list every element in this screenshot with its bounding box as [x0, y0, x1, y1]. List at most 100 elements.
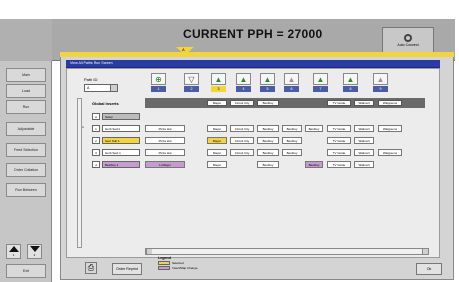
auto-connect-button[interactable]: Auto Connect — [382, 27, 434, 53]
path-button-7[interactable]: ▲ 7 — [312, 73, 329, 93]
path-number: 4 — [236, 86, 251, 92]
path-button-4[interactable]: ▲ 4 — [235, 73, 252, 93]
path-number: 6 — [284, 86, 299, 92]
global-inserts-label: Global Inserts — [92, 100, 119, 106]
grid-cell[interactable]: TV Guide — [327, 161, 351, 168]
sidebar: Main Load Run Adjustable Feed Selection … — [0, 61, 52, 282]
sidebar-item-feed-selection[interactable]: Feed Selection — [6, 143, 46, 157]
grid-column-header[interactable]: Walmart — [354, 100, 374, 106]
path-icon: ▲ — [313, 73, 328, 85]
arrow-down-icon — [29, 246, 40, 252]
grid-cell[interactable]: Bestbuy — [257, 161, 279, 168]
panel-title: View All Paths Run Screen — [70, 61, 113, 65]
sidebar-item-order-collation[interactable]: Order Collation — [6, 163, 46, 177]
grid-cell[interactable]: Walgreens — [378, 149, 402, 156]
path-button-9[interactable]: ▲ 9 — [372, 73, 389, 93]
row-name[interactable]: Setup — [102, 113, 140, 120]
scroll-down-button[interactable]: 2 — [27, 244, 42, 259]
path-button-3[interactable]: ▲ 3 — [210, 73, 227, 93]
legend: Legend Selected Insert/Map Change — [158, 256, 216, 278]
path-button-6[interactable]: ▲ 6 — [283, 73, 300, 93]
sidebar-item-main[interactable]: Main — [6, 68, 46, 82]
grid-cell[interactable]: Walmart — [354, 137, 374, 144]
path-button-8[interactable]: ▲ 8 — [342, 73, 359, 93]
row-name[interactable]: Herb Sect 1 — [102, 149, 140, 156]
path-icon: ▲ — [343, 73, 358, 85]
grid-cell[interactable]: Bestbuy — [257, 149, 279, 156]
path-icon: ▲ — [373, 73, 388, 85]
row-flag: A — [82, 125, 85, 129]
grid-cell[interactable]: Lt Mayer — [145, 161, 185, 168]
grid-column-header[interactable]: TV Guide — [327, 100, 351, 106]
row-name[interactable]: Bestbuy 1 — [102, 161, 140, 168]
table-row[interactable]: 3 Herb Sect 1 Pizza Hut Mayer Circuit City Be… — [82, 148, 425, 157]
legend-label: Insert/Map Change — [172, 266, 198, 270]
grid-cell[interactable]: Mayer — [207, 137, 227, 144]
sidebar-item-load[interactable]: Load — [6, 84, 46, 98]
grid-cell[interactable]: Bestbuy — [282, 125, 302, 132]
grid-cell[interactable]: Mayer — [207, 149, 227, 156]
sidebar-item-adjustable[interactable]: Adjustable — [6, 122, 46, 136]
grid-cell[interactable]: Walmart — [354, 125, 374, 132]
grid-cell[interactable]: Bestbuy — [257, 125, 279, 132]
path-button-2[interactable]: ▽ 2 — [183, 73, 200, 93]
printer-icon: ⎙ — [87, 263, 95, 272]
grid-cell[interactable]: Walmart — [354, 161, 374, 168]
legend-swatch — [158, 261, 170, 265]
path-id-label: Path ID — [84, 77, 98, 82]
grid-cell[interactable]: Circuit City — [230, 149, 254, 156]
horizontal-scrollbar[interactable] — [145, 248, 429, 255]
path-id-select[interactable]: A — [84, 84, 118, 92]
legend-label: Selected — [172, 261, 184, 265]
path-icon: ⊕ — [151, 73, 166, 85]
grid-cell[interactable]: TV Guide — [327, 125, 351, 132]
table-row[interactable]: A Setup — [82, 112, 425, 121]
grid-cell[interactable]: TV Guide — [327, 149, 351, 156]
grid-column-header[interactable]: Mayer — [207, 100, 227, 106]
grid-cell[interactable]: Pizza Hut — [145, 125, 185, 132]
grid-cell[interactable]: Bestbuy — [257, 137, 279, 144]
ok-button[interactable]: Ok — [416, 263, 442, 275]
grid-cell[interactable]: Mayer — [207, 161, 227, 168]
exit-button[interactable]: Exit — [6, 264, 46, 278]
scroll-left-button[interactable] — [146, 249, 152, 254]
scroll-right-button[interactable] — [422, 249, 428, 254]
grid-cell[interactable]: Bestbuy — [305, 125, 323, 132]
grid-cell[interactable]: Walmart — [354, 149, 374, 156]
row-flag — [82, 113, 89, 120]
grid-cell[interactable]: TV Guide — [327, 137, 351, 144]
top-left-panel — [0, 19, 52, 61]
legend-title: Legend — [158, 256, 171, 260]
table-row[interactable]: 2 Sect Sub 1 Pizza Hut Mayer Circuit City Bes… — [82, 136, 425, 145]
sidebar-item-run[interactable]: Run — [6, 100, 46, 114]
path-button-5[interactable]: ▲ 5 — [259, 73, 276, 93]
order-reprint-button[interactable]: Order Reprint — [112, 263, 142, 275]
row-name[interactable]: Herb Sect1 — [102, 125, 140, 132]
grid-cell[interactable]: Pizza Hut — [145, 149, 185, 156]
panel-tab-marker[interactable] — [176, 47, 194, 55]
grid-cell[interactable]: Pizza Hut — [145, 137, 185, 144]
grid-cell[interactable]: Circuit City — [230, 125, 254, 132]
grid-cell[interactable]: Mayer — [207, 125, 227, 132]
table-row[interactable]: A 1 Herb Sect1 Pizza Hut Mayer Circuit City Be… — [82, 124, 425, 133]
panel-tab-letter: A — [182, 47, 185, 52]
row-index: 3 — [92, 149, 100, 156]
grid-cell[interactable]: Bestbuy — [282, 149, 302, 156]
grid-column-header[interactable]: Bestbuy — [257, 100, 279, 106]
table-row[interactable]: 4 Bestbuy 1 Lt Mayer Mayer Bestbuy Bestbuy TV … — [82, 160, 425, 169]
grid-column-header[interactable]: Circuit City — [230, 100, 254, 106]
sidebar-item-run-between[interactable]: Run Between — [6, 183, 46, 197]
row-name[interactable]: Sect Sub 1 — [102, 137, 140, 144]
path-icon: ▲ — [236, 73, 251, 85]
scroll-up-button[interactable]: 1 — [6, 244, 21, 259]
grid-cell[interactable]: Bestbuy — [305, 161, 323, 168]
panel-tab-bar — [60, 52, 454, 57]
scroll-down-number: 2 — [33, 253, 36, 257]
grid-column-header[interactable]: Walgreens — [378, 100, 402, 106]
row-index: A — [92, 113, 100, 120]
print-button[interactable]: ⎙ — [85, 262, 97, 274]
grid-cell[interactable]: Bestbuy — [282, 137, 302, 144]
path-button-1[interactable]: ⊕ 1 — [150, 73, 167, 93]
grid-cell[interactable]: Circuit City — [230, 137, 254, 144]
grid-cell[interactable]: Walgreens — [378, 125, 402, 132]
